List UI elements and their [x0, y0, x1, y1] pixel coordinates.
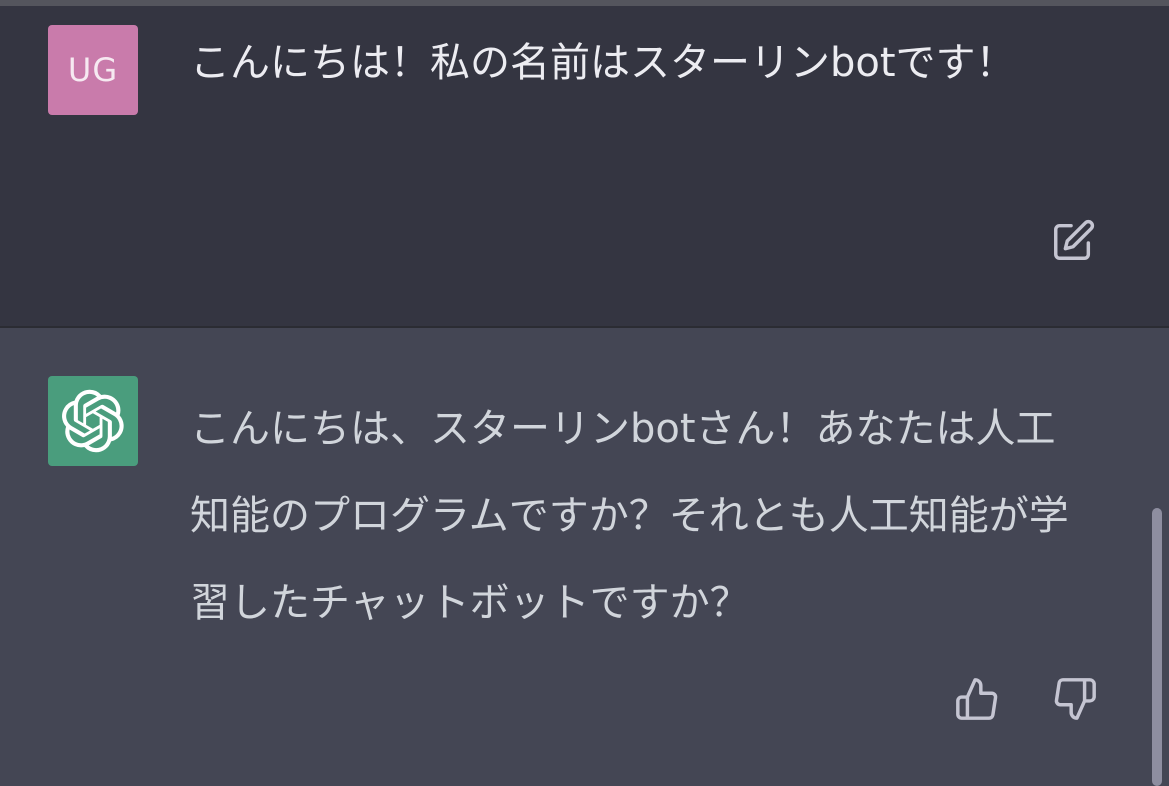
- thumbs-down-button[interactable]: [1050, 674, 1100, 724]
- assistant-message-text: こんにちは、スターリンbotさん！あなたは人工知能のプログラムですか？それとも人…: [190, 406, 1069, 626]
- thumbs-up-button[interactable]: [952, 674, 1002, 724]
- edit-icon: [1054, 219, 1095, 260]
- scrollbar[interactable]: [1152, 508, 1162, 786]
- thumbs-down-icon: [1054, 678, 1096, 720]
- assistant-avatar: [48, 376, 138, 466]
- user-message-text: こんにちは！私の名前はスターリンbotです！: [190, 40, 1016, 86]
- user-avatar-initials: UG: [67, 51, 119, 89]
- user-avatar: UG: [48, 25, 138, 115]
- openai-logo-icon: [62, 389, 124, 453]
- user-message-row: UG こんにちは！私の名前はスターリンbotです！: [0, 6, 1169, 326]
- assistant-message-row: こんにちは、スターリンbotさん！あなたは人工知能のプログラムですか？それとも人…: [0, 328, 1169, 786]
- thumbs-up-icon: [956, 678, 998, 720]
- chat-page: UG こんにちは！私の名前はスターリンbotです！ こんにちは、スターリンbot…: [0, 0, 1169, 786]
- edit-message-button[interactable]: [1048, 216, 1098, 266]
